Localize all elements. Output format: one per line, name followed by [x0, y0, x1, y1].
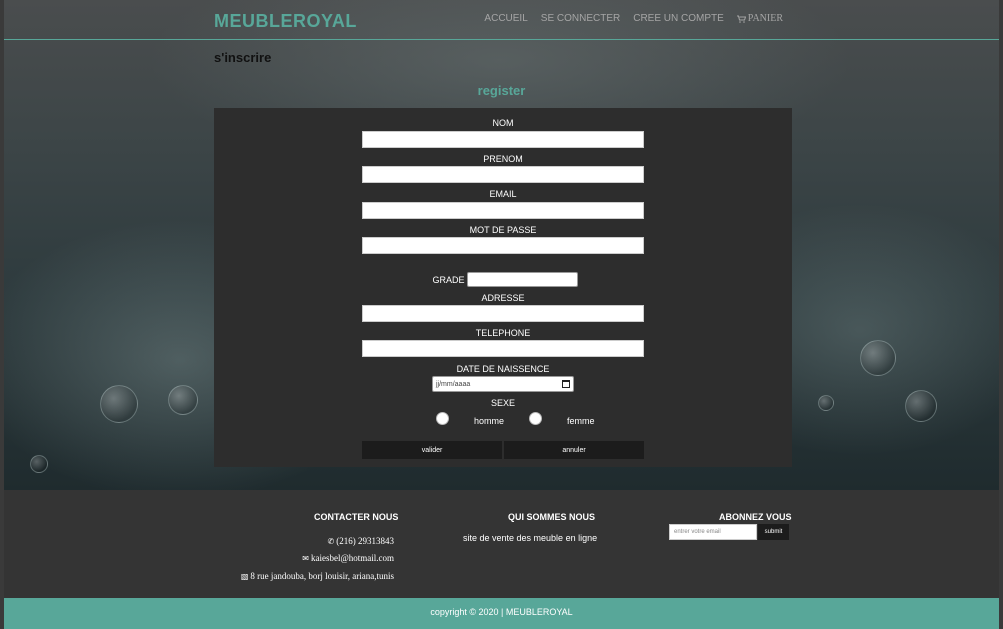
form-title: register	[477, 83, 526, 98]
phone-icon: ✆	[327, 537, 335, 546]
contact-title: CONTACTER NOUS	[314, 512, 399, 522]
copyright-text: copyright © 2020 | MEUBLEROYAL	[430, 607, 573, 617]
nav-cree-un-compte[interactable]: CREE UN COMPTE	[633, 13, 724, 24]
radio-femme-label: femme	[567, 416, 595, 426]
contact-address: ▧ 8 rue jandouba, borj louisir, ariana,tu…	[241, 571, 394, 581]
adresse-label: ADRESSE	[481, 293, 525, 303]
grade-row: GRADE client ⌄	[214, 272, 792, 287]
main-nav: ACCUEIL SE CONNECTER CREE UN COMPTE PANI…	[484, 13, 783, 24]
password-label: MOT DE PASSE	[469, 225, 537, 235]
contact-email-text: kaiesbel@hotmail.com	[310, 553, 394, 563]
subscribe-title: ABONNEZ VOUS	[719, 512, 792, 522]
grade-select-value: client	[473, 274, 495, 285]
grade-select[interactable]: client ⌄	[466, 272, 578, 287]
adresse-input[interactable]	[362, 305, 644, 322]
water-drop	[100, 385, 138, 423]
contact-phone: ✆ (216) 29313843	[328, 536, 394, 546]
page-title: s'inscrire	[214, 50, 272, 65]
dob-placeholder: jj/mm/aaaa	[436, 380, 471, 388]
water-drop	[905, 390, 937, 422]
water-drop	[860, 340, 896, 376]
sexe-label: SEXE	[490, 398, 515, 408]
nav-accueil[interactable]: ACCUEIL	[484, 13, 527, 24]
copyright-bar: copyright © 2020 | MEUBLEROYAL	[4, 598, 999, 629]
annuler-button[interactable]: annuler	[504, 441, 644, 459]
nom-label: NOM	[492, 118, 514, 128]
water-drop	[818, 395, 834, 411]
dob-input[interactable]: jj/mm/aaaa	[432, 376, 574, 392]
password-input[interactable]	[362, 237, 644, 254]
envelope-icon: ✉	[302, 554, 309, 563]
about-title: QUI SOMMES NOUS	[508, 512, 596, 522]
email-label: EMAIL	[489, 189, 517, 199]
radio-homme[interactable]	[436, 412, 449, 425]
about-text: site de vente des meuble en ligne	[463, 533, 598, 543]
water-drop	[30, 455, 48, 473]
radio-femme[interactable]	[529, 412, 542, 425]
header-divider	[4, 39, 999, 40]
radio-homme-label: homme	[474, 416, 505, 426]
calendar-icon[interactable]	[562, 380, 570, 388]
cart-icon	[736, 15, 746, 23]
prenom-label: PRENOM	[483, 154, 523, 164]
site-logo[interactable]: MEUBLEROYAL	[214, 11, 357, 32]
register-form: NOM PRENOM EMAIL MOT DE PASSE GRADE clie…	[214, 108, 792, 467]
telephone-input[interactable]	[362, 340, 644, 357]
grade-label: GRADE	[432, 274, 465, 285]
subscribe-submit-button[interactable]: submit	[758, 524, 789, 540]
nav-panier-label: PANIER	[747, 13, 783, 24]
email-input[interactable]	[362, 202, 644, 219]
nom-input[interactable]	[362, 131, 644, 148]
prenom-input[interactable]	[362, 166, 644, 183]
telephone-label: TELEPHONE	[475, 328, 531, 338]
nav-se-connecter[interactable]: SE CONNECTER	[541, 13, 620, 24]
subscribe-email-input[interactable]: entrer votre email	[669, 524, 757, 540]
dob-label: DATE DE NAISSENCE	[456, 364, 550, 374]
footer	[4, 490, 999, 598]
subscribe-placeholder: entrer votre email	[674, 529, 721, 535]
chevron-down-icon: ⌄	[566, 275, 574, 284]
contact-email: ✉ kaiesbel@hotmail.com	[302, 553, 394, 563]
valider-button[interactable]: valider	[362, 441, 502, 459]
water-drop	[168, 385, 198, 415]
contact-phone-text: (216) 29313843	[336, 536, 394, 546]
contact-address-text: 8 rue jandouba, borj louisir, ariana,tun…	[250, 571, 394, 581]
nav-panier[interactable]: PANIER	[736, 13, 783, 24]
map-icon: ▧	[240, 572, 249, 581]
